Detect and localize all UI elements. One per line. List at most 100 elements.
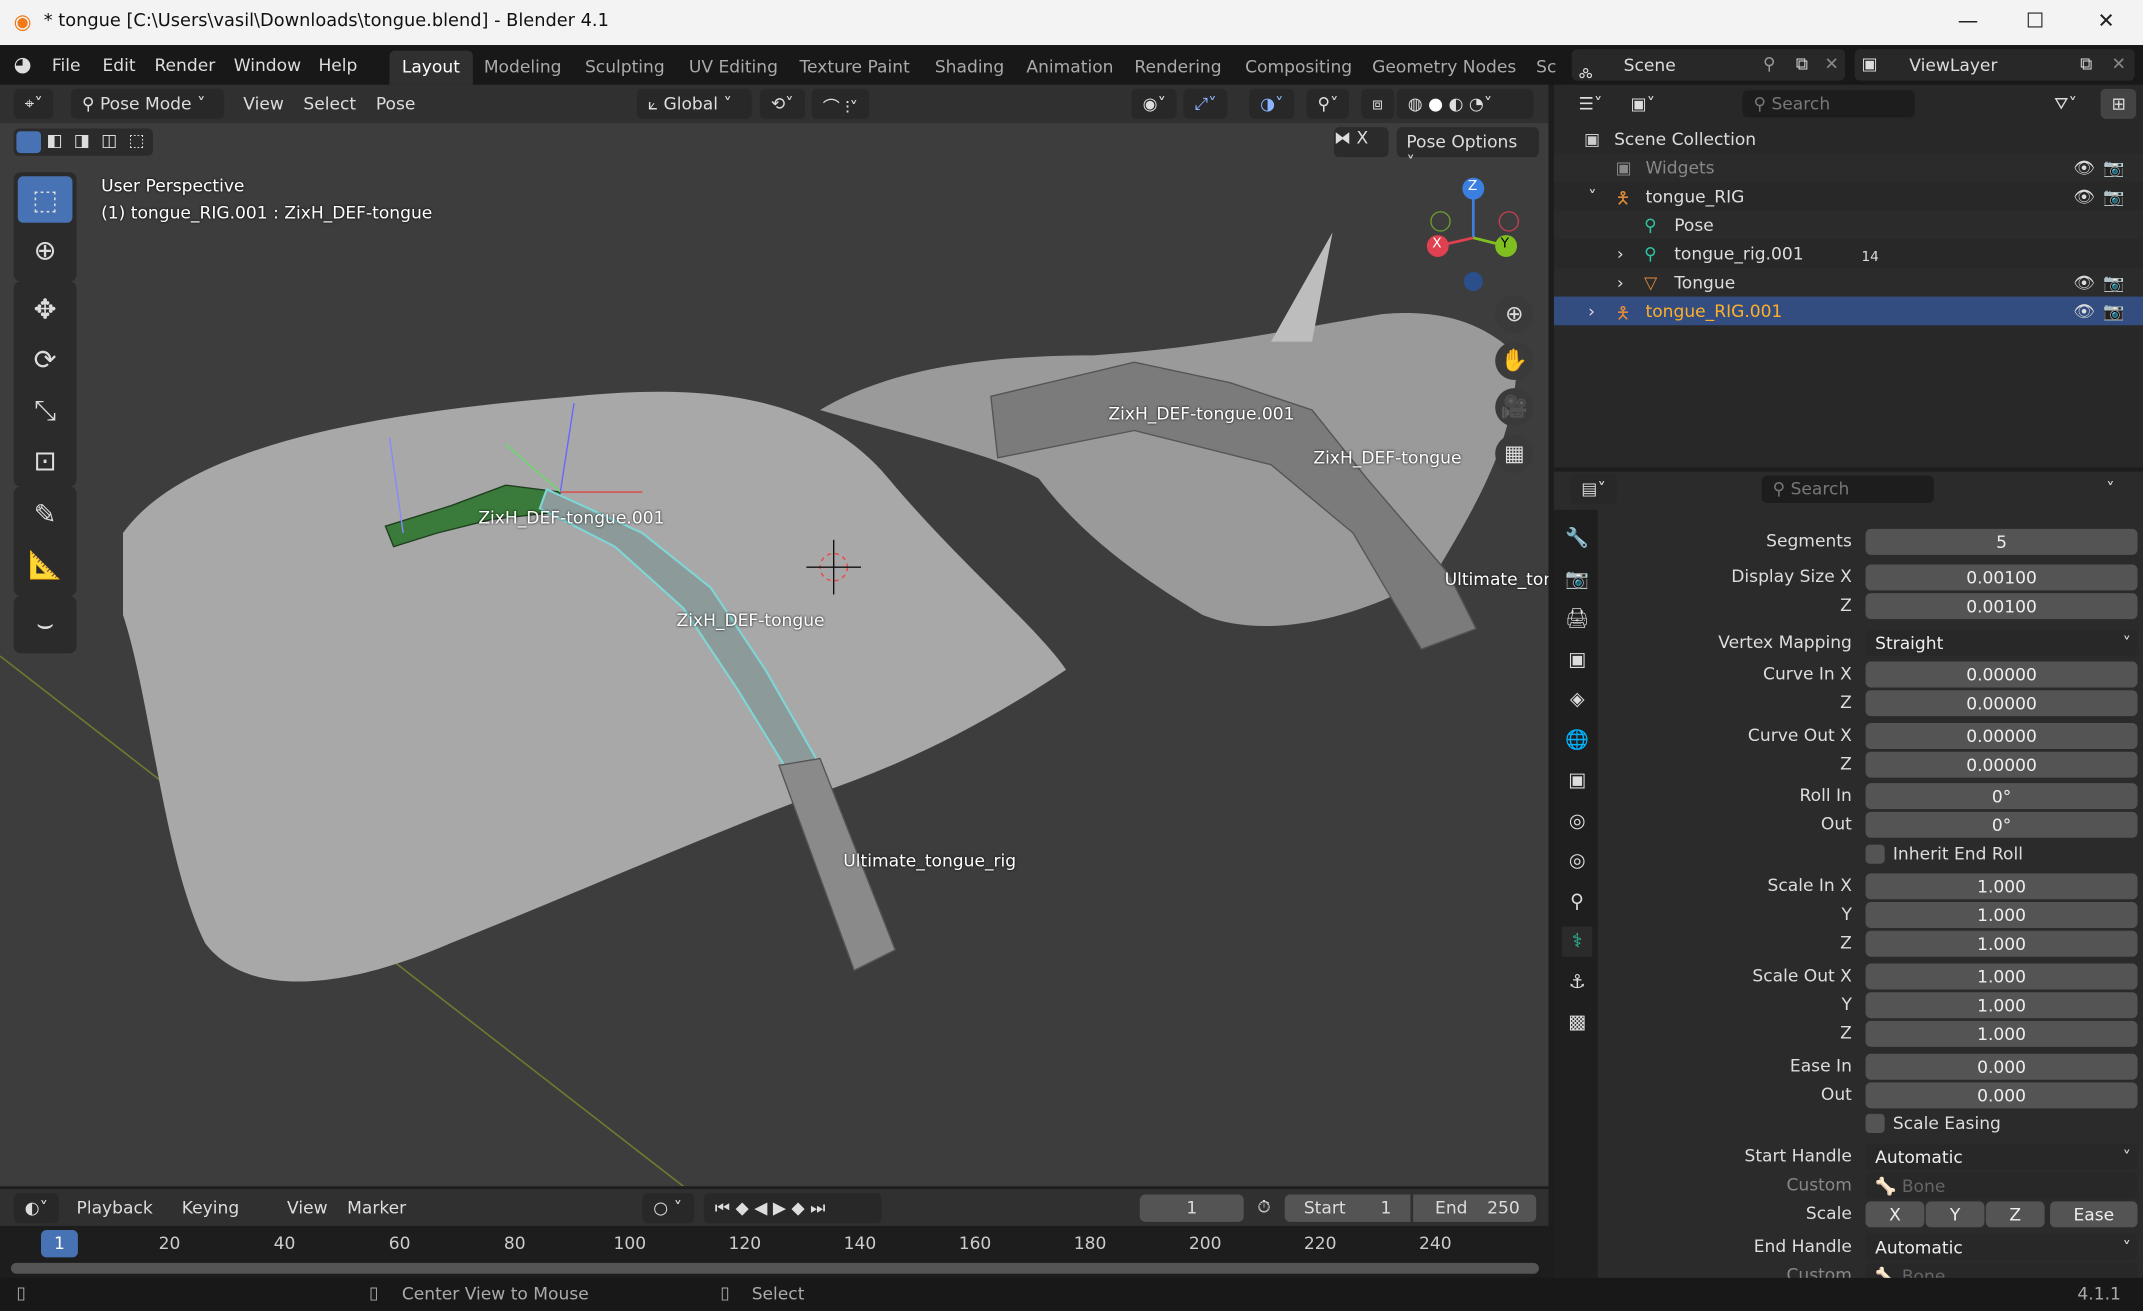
xray-toggle[interactable]: ⧈ [1361,88,1394,119]
pivot-dropdown[interactable]: ⟲˅ [759,88,805,119]
number-field[interactable]: 0.00100 [1865,564,2138,591]
relax-pose-tool[interactable]: ⌣ [18,600,73,646]
output-icon[interactable]: 🖨 [1562,604,1592,634]
end-frame-field[interactable]: End 250 [1413,1194,1537,1222]
overlay-toggle[interactable]: ◑˅ [1249,88,1295,119]
number-field[interactable]: 0.000 [1865,1082,2138,1109]
scene-icon[interactable]: ◈ [1562,685,1592,715]
outliner-item[interactable]: › 🯅 tongue_RIG.001 👁 📷 [1553,296,2143,326]
number-field[interactable]: 0.00000 [1865,690,2138,717]
prev-keyframe-icon[interactable]: ◆ [736,1197,755,1218]
number-field[interactable]: 0° [1865,783,2138,810]
zoom-icon[interactable]: ⊕ [1495,295,1534,334]
tab-compositing[interactable]: Compositing [1233,51,1365,85]
world-icon[interactable]: 🌐 [1562,725,1592,755]
outliner-search-input[interactable]: ⚲ Search [1742,90,1915,118]
scale-x-toggle[interactable]: X [1865,1201,1925,1228]
scale-y-toggle[interactable]: Y [1925,1201,1985,1228]
maximize-icon[interactable]: ☐ [2015,8,2056,33]
menu-help[interactable]: Help [318,55,357,76]
tab-layout[interactable]: Layout [389,50,473,85]
number-field[interactable]: 5 [1865,528,2138,555]
tab-modeling[interactable]: Modeling [472,51,574,85]
eye-icon[interactable]: 👁 [2073,301,2095,323]
menu-file[interactable]: File [52,55,81,76]
auto-keying-toggle[interactable]: ○ ˅ [642,1193,695,1224]
tab-sc[interactable]: Sc [1524,51,1569,85]
armature-data-icon[interactable]: ⚲ [1562,886,1592,916]
object-icon[interactable]: ▣ [1562,765,1592,795]
gizmo-x-label[interactable]: X [1432,236,1441,251]
tab-sculpting[interactable]: Sculpting [573,51,677,85]
delete-view-layer-icon[interactable]: ✕ [2112,53,2126,74]
material-shading-icon[interactable]: ◐ [1448,93,1463,114]
dropdown[interactable]: Straight [1865,630,2138,657]
custom-bone-field[interactable]: 🦴 Bone [1865,1172,2138,1199]
number-field[interactable]: 1.000 [1865,992,2138,1019]
jump-start-icon[interactable]: ⏮ [715,1197,736,1218]
camera-view-icon[interactable]: 🎥 [1495,388,1534,427]
outliner-item[interactable]: ▣ Scene Collection [1554,124,2143,153]
number-field[interactable]: 1.000 [1865,1020,2138,1047]
shading-modes[interactable]: ◍ ● ◐ ◔˅ [1396,88,1534,119]
tab-shading[interactable]: Shading [923,51,1017,85]
tool-icon[interactable]: 🔧 [1562,523,1592,553]
view-layer-selector[interactable]: ▣ ViewLayer ⧉ ✕ [1854,49,2135,81]
gizmo-y-label[interactable]: Y [1501,236,1509,251]
playhead[interactable]: 1 [41,1230,78,1258]
3d-viewport[interactable]: User Perspective (1) tongue_RIG.001 : Zi… [0,123,1549,1187]
camera-icon[interactable]: 📷 [2103,301,2124,323]
number-field[interactable]: 1.000 [1865,902,2138,928]
play-reverse-icon[interactable]: ◀ [754,1197,773,1218]
number-field[interactable]: 1.000 [1865,930,2138,957]
select-invert-icon[interactable]: ◫ [101,130,117,151]
number-field[interactable]: 0.00100 [1865,593,2138,620]
navigation-gizmo[interactable]: Z X Y [1421,175,1528,298]
gizmo-z-label[interactable]: Z [1468,179,1477,194]
scale-z-toggle[interactable]: Z [1985,1201,2045,1228]
chevron-right-icon[interactable]: › [1617,272,1624,293]
view-menu[interactable]: View [243,93,284,114]
render-icon[interactable]: 📷 [1562,564,1592,594]
select-menu[interactable]: Select [303,93,356,114]
bone-constraint-icon[interactable]: ⚓ [1562,967,1592,997]
select-intersect-icon[interactable]: ⬚ [128,130,144,151]
menu-window[interactable]: Window [234,55,301,76]
tab-texture-paint[interactable]: Texture Paint [787,51,922,85]
camera-icon[interactable]: 📷 [2103,186,2124,208]
solid-shading-icon[interactable]: ● [1428,93,1443,114]
select-new-icon[interactable] [16,131,42,154]
x-mirror-toggle[interactable]: ⧓ X [1333,127,1389,158]
texture-icon[interactable]: ▩ [1562,1007,1592,1037]
modifier-icon[interactable]: ◎ [1562,806,1592,836]
eye-icon[interactable]: 👁 [2073,186,2095,208]
tab-animation[interactable]: Animation [1014,51,1126,85]
cursor-tool[interactable]: ⊕ [18,227,73,273]
filter-dropdown[interactable]: ⛛˅ [2043,88,2089,119]
camera-icon[interactable]: 📷 [2103,157,2124,179]
view-layer-filter[interactable]: ▣˅ [1619,88,1667,119]
outliner-item[interactable]: ⚲ Pose [1553,210,2143,240]
chevron-down-icon[interactable]: ˅ [1588,186,1597,207]
scale-ease-toggle[interactable]: Ease [2050,1201,2138,1228]
checkbox[interactable] [1865,1113,1885,1134]
select-box-tool[interactable]: ⬚ [17,176,73,223]
camera-icon[interactable]: 📷 [2103,272,2124,294]
tab-rendering[interactable]: Rendering [1122,51,1234,85]
jump-end-icon[interactable]: ⏭ [810,1197,831,1218]
chevron-right-icon[interactable]: › [1588,301,1595,322]
measure-tool[interactable]: 📐 [18,541,73,587]
stopwatch-icon[interactable]: ⏱ [1257,1196,1270,1218]
new-view-layer-icon[interactable]: ⧉ [2080,53,2092,75]
move-tool[interactable]: ✥ [18,286,73,332]
start-frame-field[interactable]: Start 1 [1284,1194,1411,1222]
checkbox[interactable] [1865,844,1885,864]
menu-render[interactable]: Render [154,55,215,76]
close-icon[interactable]: ✕ [2086,8,2127,33]
number-field[interactable]: 0.00000 [1865,722,2138,749]
visibility-dropdown[interactable]: ◉˅ [1131,88,1177,119]
timeline-scrollbar[interactable] [10,1262,1539,1274]
delete-scene-icon[interactable]: ✕ [1825,53,1839,74]
menu-keying[interactable]: Keying [182,1197,239,1218]
eye-icon[interactable]: 👁 [2073,157,2095,179]
